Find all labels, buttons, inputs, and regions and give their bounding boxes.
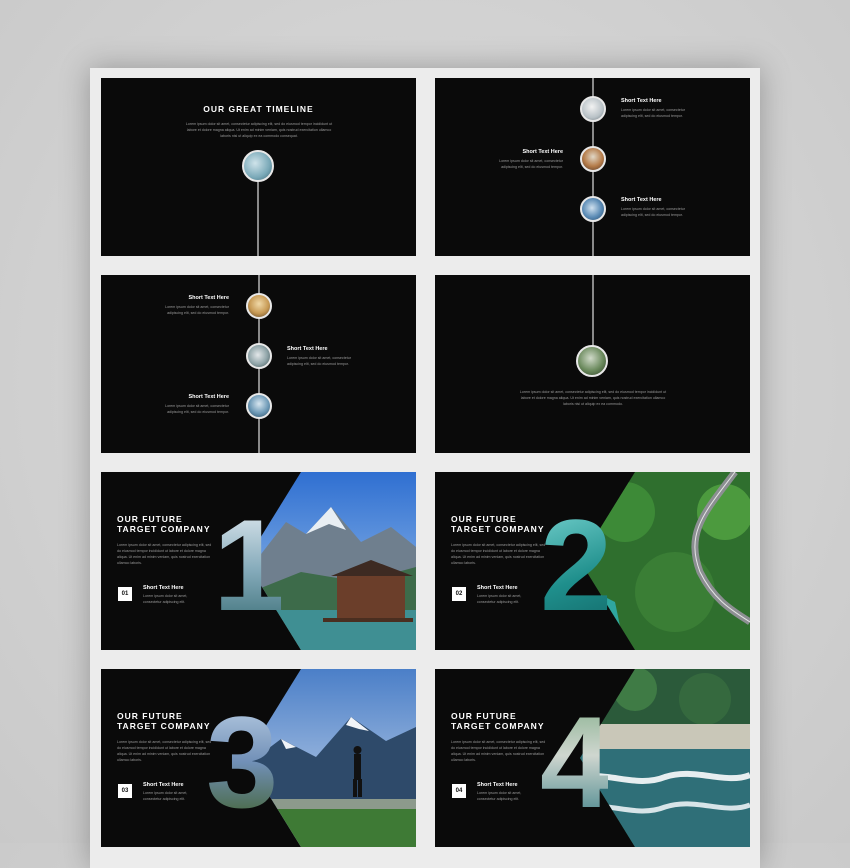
number-badge: 01 <box>118 587 132 601</box>
item-body: Lorem ipsum dolor sit amet, consectetur … <box>499 159 563 169</box>
slide-timeline-intro[interactable]: OUR GREAT TIMELINE Lorem ipsum dolor sit… <box>101 78 416 256</box>
short-text-title: Short Text Here <box>143 585 184 591</box>
slide-target-1[interactable]: 1 OUR FUTURE TARGET COMPANY Lorem ipsum … <box>101 472 416 650</box>
slide-title: OUR FUTURE TARGET COMPANY <box>117 711 211 731</box>
slide-body-text: Lorem ipsum dolor sit amet, consectetur … <box>117 740 212 762</box>
timeline-line <box>592 275 594 347</box>
short-text-body: Lorem ipsum dolor sit amet, consectetur … <box>477 594 522 604</box>
number-badge: 04 <box>452 784 466 798</box>
timeline-photo-circle <box>580 146 606 172</box>
timeline-photo-circle <box>246 293 272 319</box>
item-title: Short Text Here <box>621 197 662 203</box>
short-text-title: Short Text Here <box>477 782 518 788</box>
item-title: Short Text Here <box>287 346 328 352</box>
slide-timeline-three[interactable]: Short Text Here Lorem ipsum dolor sit am… <box>435 78 750 256</box>
timeline-photo-circle <box>580 96 606 122</box>
item-body: Lorem ipsum dolor sit amet, consectetur … <box>621 108 685 118</box>
timeline-photo-circle <box>246 393 272 419</box>
slide-target-2[interactable]: 2 OUR FUTURE TARGET COMPANY Lorem ipsum … <box>435 472 750 650</box>
slide-title: OUR FUTURE TARGET COMPANY <box>451 514 545 534</box>
slide-target-3[interactable]: 3 OUR FUTURE TARGET COMPANY Lorem ipsum … <box>101 669 416 847</box>
number-badge: 03 <box>118 784 132 798</box>
slide-body-text: Lorem ipsum dolor sit amet, consectetur … <box>117 543 212 565</box>
slide-timeline-end[interactable]: Lorem ipsum dolor sit amet, consectetur … <box>435 275 750 453</box>
timeline-photo-circle <box>580 196 606 222</box>
short-text-title: Short Text Here <box>477 585 518 591</box>
timeline-photo-circle <box>576 345 608 377</box>
slide-body-text: Lorem ipsum dolor sit amet, consectetur … <box>519 390 667 406</box>
timeline-photo-circle <box>246 343 272 369</box>
item-title: Short Text Here <box>621 98 662 104</box>
timeline-photo-circle <box>242 150 274 182</box>
short-text-body: Lorem ipsum dolor sit amet, consectetur … <box>477 791 522 801</box>
item-body: Lorem ipsum dolor sit amet, consectetur … <box>287 356 351 366</box>
slide-title: OUR FUTURE TARGET COMPANY <box>117 514 211 534</box>
slide-body-text: Lorem ipsum dolor sit amet, consectetur … <box>185 122 333 138</box>
slide-target-4[interactable]: 4 OUR FUTURE TARGET COMPANY Lorem ipsum … <box>435 669 750 847</box>
number-badge: 02 <box>452 587 466 601</box>
item-body: Lorem ipsum dolor sit amet, consectetur … <box>165 305 229 315</box>
slide-title: OUR FUTURE TARGET COMPANY <box>451 711 545 731</box>
short-text-body: Lorem ipsum dolor sit amet, consectetur … <box>143 791 188 801</box>
item-title: Short Text Here <box>188 394 229 400</box>
item-body: Lorem ipsum dolor sit amet, consectetur … <box>621 207 685 217</box>
big-number-1: 1 <box>213 492 285 638</box>
template-preview-sheet: OUR GREAT TIMELINE Lorem ipsum dolor sit… <box>90 68 760 868</box>
slide-body-text: Lorem ipsum dolor sit amet, consectetur … <box>451 740 546 762</box>
slide-title: OUR GREAT TIMELINE <box>203 104 314 114</box>
short-text-body: Lorem ipsum dolor sit amet, consectetur … <box>143 594 188 604</box>
timeline-line <box>257 174 259 256</box>
slide-body-text: Lorem ipsum dolor sit amet, consectetur … <box>451 543 546 565</box>
short-text-title: Short Text Here <box>143 782 184 788</box>
slide-timeline-three-alt[interactable]: Short Text Here Lorem ipsum dolor sit am… <box>101 275 416 453</box>
item-title: Short Text Here <box>188 295 229 301</box>
item-title: Short Text Here <box>522 149 563 155</box>
item-body: Lorem ipsum dolor sit amet, consectetur … <box>165 404 229 414</box>
